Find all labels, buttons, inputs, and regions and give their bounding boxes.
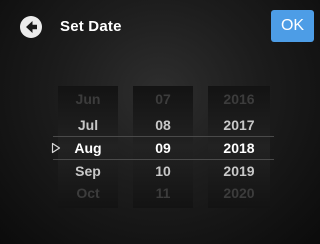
triangle-right-outline-icon: [51, 142, 61, 154]
selection-divider-top: [53, 136, 274, 137]
month-wheel[interactable]: Jun Jul Aug Sep Oct: [58, 86, 118, 208]
year-option[interactable]: 2016: [208, 88, 270, 110]
day-wheel[interactable]: 07 08 09 10 11: [133, 86, 193, 208]
day-option[interactable]: 08: [133, 114, 193, 136]
year-option[interactable]: 2019: [208, 160, 270, 182]
arrow-left-circle-icon: [26, 21, 37, 33]
page-title: Set Date: [60, 18, 122, 35]
ok-button[interactable]: OK: [271, 10, 314, 42]
month-option[interactable]: Jul: [58, 114, 118, 136]
day-option[interactable]: 11: [133, 182, 193, 204]
day-option[interactable]: 07: [133, 88, 193, 110]
day-option-selected[interactable]: 09: [133, 137, 193, 159]
month-option-selected[interactable]: Aug: [58, 137, 118, 159]
year-wheel[interactable]: 2016 2017 2018 2019 2020: [208, 86, 270, 208]
back-button[interactable]: [20, 16, 42, 38]
month-option[interactable]: Sep: [58, 160, 118, 182]
year-option[interactable]: 2017: [208, 114, 270, 136]
year-option-selected[interactable]: 2018: [208, 137, 270, 159]
year-option[interactable]: 2020: [208, 182, 270, 204]
day-option[interactable]: 10: [133, 160, 193, 182]
month-option[interactable]: Jun: [58, 88, 118, 110]
selection-divider-bottom: [53, 159, 274, 160]
set-date-screen: Set Date OK Jun Jul Aug Sep Oct 07 08 09…: [0, 0, 320, 244]
month-option[interactable]: Oct: [58, 182, 118, 204]
